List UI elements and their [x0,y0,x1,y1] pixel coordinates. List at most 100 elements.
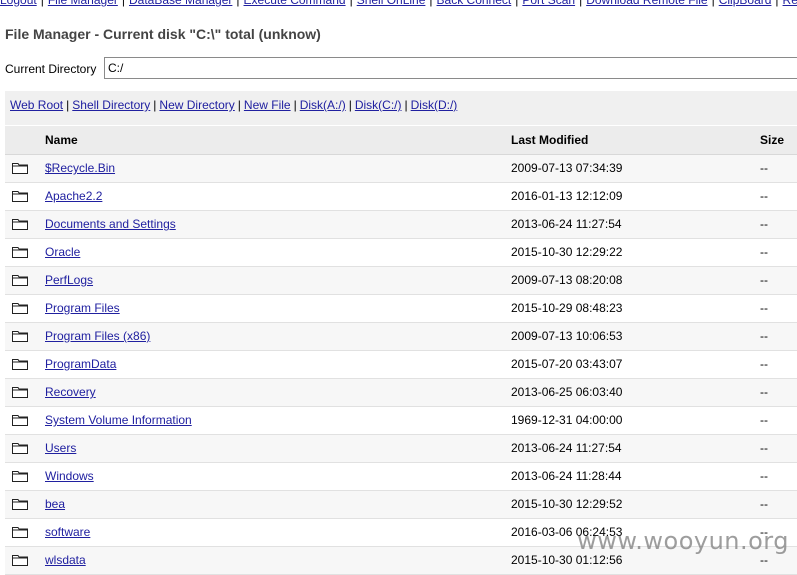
action-link-disk-a[interactable]: Disk(A:/) [300,98,346,112]
folder-link[interactable]: $Recycle.Bin [45,161,115,175]
modified-cell: 2013-06-24 11:27:54 [511,210,760,239]
table-row: Windows 2013-06-24 11:28:44 -- [5,462,797,491]
action-link-new-directory[interactable]: New Directory [159,98,234,112]
name-cell: ProgramData [45,350,511,379]
icon-column-header [5,126,45,155]
folder-icon [12,330,28,342]
icon-cell [5,182,45,211]
folder-link[interactable]: Documents and Settings [45,217,176,231]
name-cell: System Volume Information [45,406,511,435]
action-link-web-root[interactable]: Web Root [10,98,63,112]
action-separator: | [348,98,352,112]
icon-cell [5,546,45,575]
folder-link[interactable]: bea [45,497,65,511]
folder-icon [12,442,28,454]
name-column-header[interactable]: Name [45,126,511,155]
folder-link[interactable]: Oracle [45,245,80,259]
folder-icon [12,386,28,398]
size-cell: -- [760,182,797,211]
nav-link-database-manager[interactable]: DataBase Manager [129,0,232,7]
size-cell: -- [760,266,797,295]
name-cell: Windows [45,462,511,491]
folder-link[interactable]: wlsdata [45,553,86,567]
nav-link-logout[interactable]: Logout [0,0,37,7]
nav-separator: | [349,0,353,7]
folder-icon [12,302,28,314]
icon-cell [5,210,45,239]
size-cell: -- [760,350,797,379]
table-row: Users 2013-06-24 11:27:54 -- [5,434,797,463]
name-cell: PerfLogs [45,266,511,295]
icon-cell [5,378,45,407]
size-cell: -- [760,210,797,239]
folder-link[interactable]: Program Files (x86) [45,329,150,343]
folder-link[interactable]: System Volume Information [45,413,192,427]
size-column-header[interactable]: Size [760,126,797,155]
folder-link[interactable]: Program Files [45,301,120,315]
folder-icon [12,414,28,426]
name-cell: bea [45,490,511,519]
size-cell: -- [760,154,797,183]
modified-cell: 2015-07-20 03:43:07 [511,350,760,379]
modified-cell: 2009-07-13 08:20:08 [511,266,760,295]
folder-link[interactable]: software [45,525,90,539]
nav-separator: | [775,0,779,7]
icon-cell [5,406,45,435]
current-directory-input[interactable] [104,57,797,79]
action-link-disk-c[interactable]: Disk(C:/) [355,98,402,112]
modified-cell: 2013-06-24 11:28:44 [511,462,760,491]
nav-separator: | [515,0,519,7]
nav-link-back-connect[interactable]: Back Connect [437,0,512,7]
nav-separator: | [40,0,44,7]
folder-link[interactable]: PerfLogs [45,273,93,287]
nav-link-download-remote-file[interactable]: Download Remote File [586,0,707,7]
folder-icon [12,358,28,370]
modified-column-header[interactable]: Last Modified [511,126,760,155]
nav-separator: | [579,0,583,7]
nav-link-re[interactable]: Re [783,0,797,7]
action-link-disk-d[interactable]: Disk(D:/) [411,98,458,112]
table-row: Program Files (x86) 2009-07-13 10:06:53 -- [5,322,797,351]
page-title: File Manager - Current disk "C:\" total … [5,26,321,42]
nav-link-execute-command[interactable]: Execute Command [244,0,346,7]
action-bar: Web Root | Shell Directory | New Directory | N… [5,91,797,125]
folder-icon [12,554,28,566]
icon-cell [5,294,45,323]
top-nav: Logout | File Manager | DataBase Manager | Exe… [0,0,797,7]
folder-link[interactable]: Users [45,441,76,455]
action-link-shell-directory[interactable]: Shell Directory [72,98,150,112]
folder-icon [12,498,28,510]
folder-link[interactable]: Windows [45,469,94,483]
nav-link-shell-online[interactable]: Shell OnLine [357,0,426,7]
folder-link[interactable]: Recovery [45,385,96,399]
table-row: $Recycle.Bin 2009-07-13 07:34:39 -- [5,154,797,183]
folder-link[interactable]: Apache2.2 [45,189,102,203]
table-row: Program Files 2015-10-29 08:48:23 -- [5,294,797,323]
folder-icon [12,246,28,258]
table-row: PerfLogs 2009-07-13 08:20:08 -- [5,266,797,295]
modified-cell: 1969-12-31 04:00:00 [511,406,760,435]
action-link-new-file[interactable]: New File [244,98,291,112]
folder-icon [12,470,28,482]
table-row: bea 2015-10-30 12:29:52 -- [5,490,797,519]
nav-separator: | [121,0,125,7]
table-row: Documents and Settings 2013-06-24 11:27:5… [5,210,797,239]
modified-cell: 2009-07-13 07:34:39 [511,154,760,183]
name-cell: Apache2.2 [45,182,511,211]
action-separator: | [404,98,408,112]
folder-icon [12,162,28,174]
action-separator: | [237,98,241,112]
icon-cell [5,490,45,519]
icon-cell [5,322,45,351]
file-table: Name Last Modified Size $Recycle.Bin 2009… [5,126,797,575]
nav-link-clipboard[interactable]: ClipBoard [719,0,772,7]
icon-cell [5,434,45,463]
modified-cell: 2015-10-30 12:29:52 [511,490,760,519]
nav-link-file-manager[interactable]: File Manager [48,0,118,7]
folder-link[interactable]: ProgramData [45,357,116,371]
table-row: Oracle 2015-10-30 12:29:22 -- [5,238,797,267]
folder-icon [12,274,28,286]
nav-link-port-scan[interactable]: Port Scan [522,0,575,7]
folder-icon [12,526,28,538]
modified-cell: 2009-07-13 10:06:53 [511,322,760,351]
